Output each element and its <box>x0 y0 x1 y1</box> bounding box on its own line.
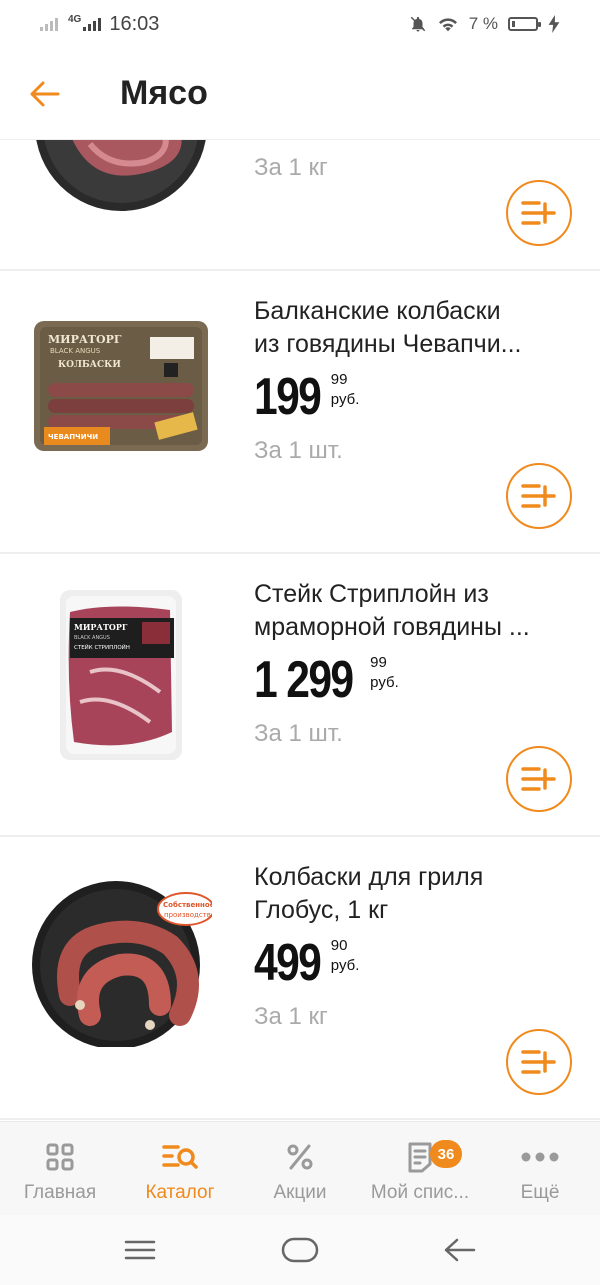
product-image: МИРАТОРГ BLACK ANGUS КОЛБАСКИ ЧЕВАПЧИЧИ <box>34 321 208 451</box>
product-image: Собственное производство <box>32 881 212 1047</box>
product-card[interactable]: МИРАТОРГ BLACK ANGUS СТЕЙК СТРИПЛОЙН Сте… <box>0 554 600 837</box>
product-card[interactable]: За 1 кг <box>0 140 600 271</box>
product-image <box>36 140 206 211</box>
signal-4g-icon: 4G <box>66 14 102 31</box>
nav-home[interactable]: Главная <box>0 1122 120 1215</box>
page-title: Мясо <box>120 74 208 112</box>
package-title: СТЕЙК СТРИПЛОЙН <box>74 644 130 651</box>
clock: 16:03 <box>109 12 160 35</box>
add-to-list-icon <box>521 201 556 225</box>
system-back-button[interactable] <box>430 1230 490 1270</box>
package-line: BLACK ANGUS <box>50 347 101 355</box>
price-unit: За 1 шт. <box>254 720 343 747</box>
package-line: BLACK ANGUS <box>74 635 110 641</box>
product-image: МИРАТОРГ BLACK ANGUS СТЕЙК СТРИПЛОЙН <box>60 590 182 760</box>
home-pill-icon <box>281 1237 319 1263</box>
back-arrow-icon <box>444 1238 476 1262</box>
add-to-list-icon <box>521 484 556 508</box>
stamp-line2: производство <box>164 911 212 919</box>
wifi-icon <box>438 18 457 32</box>
charging-icon <box>548 15 560 33</box>
add-to-list-button[interactable] <box>506 1029 572 1095</box>
package-brand: МИРАТОРГ <box>48 333 122 346</box>
product-card[interactable]: МИРАТОРГ BLACK ANGUS КОЛБАСКИ ЧЕВАПЧИЧИ … <box>0 271 600 554</box>
product-list[interactable]: За 1 кг МИРАТОРГ BLACK ANGUS КОЛБАСКИ ЧЕ… <box>0 140 600 1121</box>
stamp-line1: Собственное <box>163 901 212 909</box>
product-price: 499 90 руб. <box>254 934 360 992</box>
package-variety: ЧЕВАПЧИЧИ <box>48 433 98 441</box>
percent-icon <box>287 1144 313 1170</box>
list-count-badge: 36 <box>430 1140 462 1168</box>
price-unit: За 1 шт. <box>254 437 343 464</box>
battery-percent: 7 % <box>468 14 498 33</box>
back-button[interactable] <box>0 48 90 140</box>
add-to-list-button[interactable] <box>506 463 572 529</box>
product-card[interactable]: Собственное производство Колбаски для гр… <box>0 837 600 1120</box>
product-name[interactable]: Колбаски для гриля Глобус, 1 кг <box>254 861 574 927</box>
menu-lines-icon <box>124 1240 156 1260</box>
status-bar: 4G 16:03 7 % <box>0 0 600 48</box>
nav-more[interactable]: Ещё <box>480 1122 600 1215</box>
app-header: Мясо <box>0 48 600 140</box>
battery-icon <box>508 17 541 31</box>
product-name[interactable]: Балканские колбаски из говядины Чевапчи.… <box>254 295 574 361</box>
recent-apps-button[interactable] <box>110 1230 170 1270</box>
more-dots-icon <box>521 1152 559 1162</box>
grid-icon <box>46 1143 74 1171</box>
package-title: КОЛБАСКИ <box>58 360 121 370</box>
bottom-nav: Главная Каталог Акции 36 Мой спис... Ещё <box>0 1121 600 1215</box>
product-price: 1 299 99 руб. <box>254 651 399 709</box>
nav-catalog[interactable]: Каталог <box>120 1122 240 1215</box>
product-price: 199 99 руб. <box>254 368 360 426</box>
nav-promotions[interactable]: Акции <box>240 1122 360 1215</box>
nav-my-list[interactable]: 36 Мой спис... <box>360 1122 480 1215</box>
product-name[interactable]: Стейк Стриплойн из мраморной говядины ..… <box>254 578 574 644</box>
system-nav-bar <box>0 1215 600 1285</box>
add-to-list-icon <box>521 767 556 791</box>
add-to-list-button[interactable] <box>506 180 572 246</box>
list-icon <box>408 1142 432 1173</box>
add-to-list-button[interactable] <box>506 746 572 812</box>
add-to-list-icon <box>521 1050 556 1074</box>
package-brand: МИРАТОРГ <box>74 622 128 632</box>
price-unit: За 1 кг <box>254 1003 328 1030</box>
notifications-off-icon <box>410 16 425 32</box>
price-unit: За 1 кг <box>254 154 328 181</box>
arrow-left-icon <box>30 81 60 106</box>
catalog-search-icon <box>162 1145 198 1169</box>
home-button[interactable] <box>270 1230 330 1270</box>
signal-icon <box>40 17 58 31</box>
